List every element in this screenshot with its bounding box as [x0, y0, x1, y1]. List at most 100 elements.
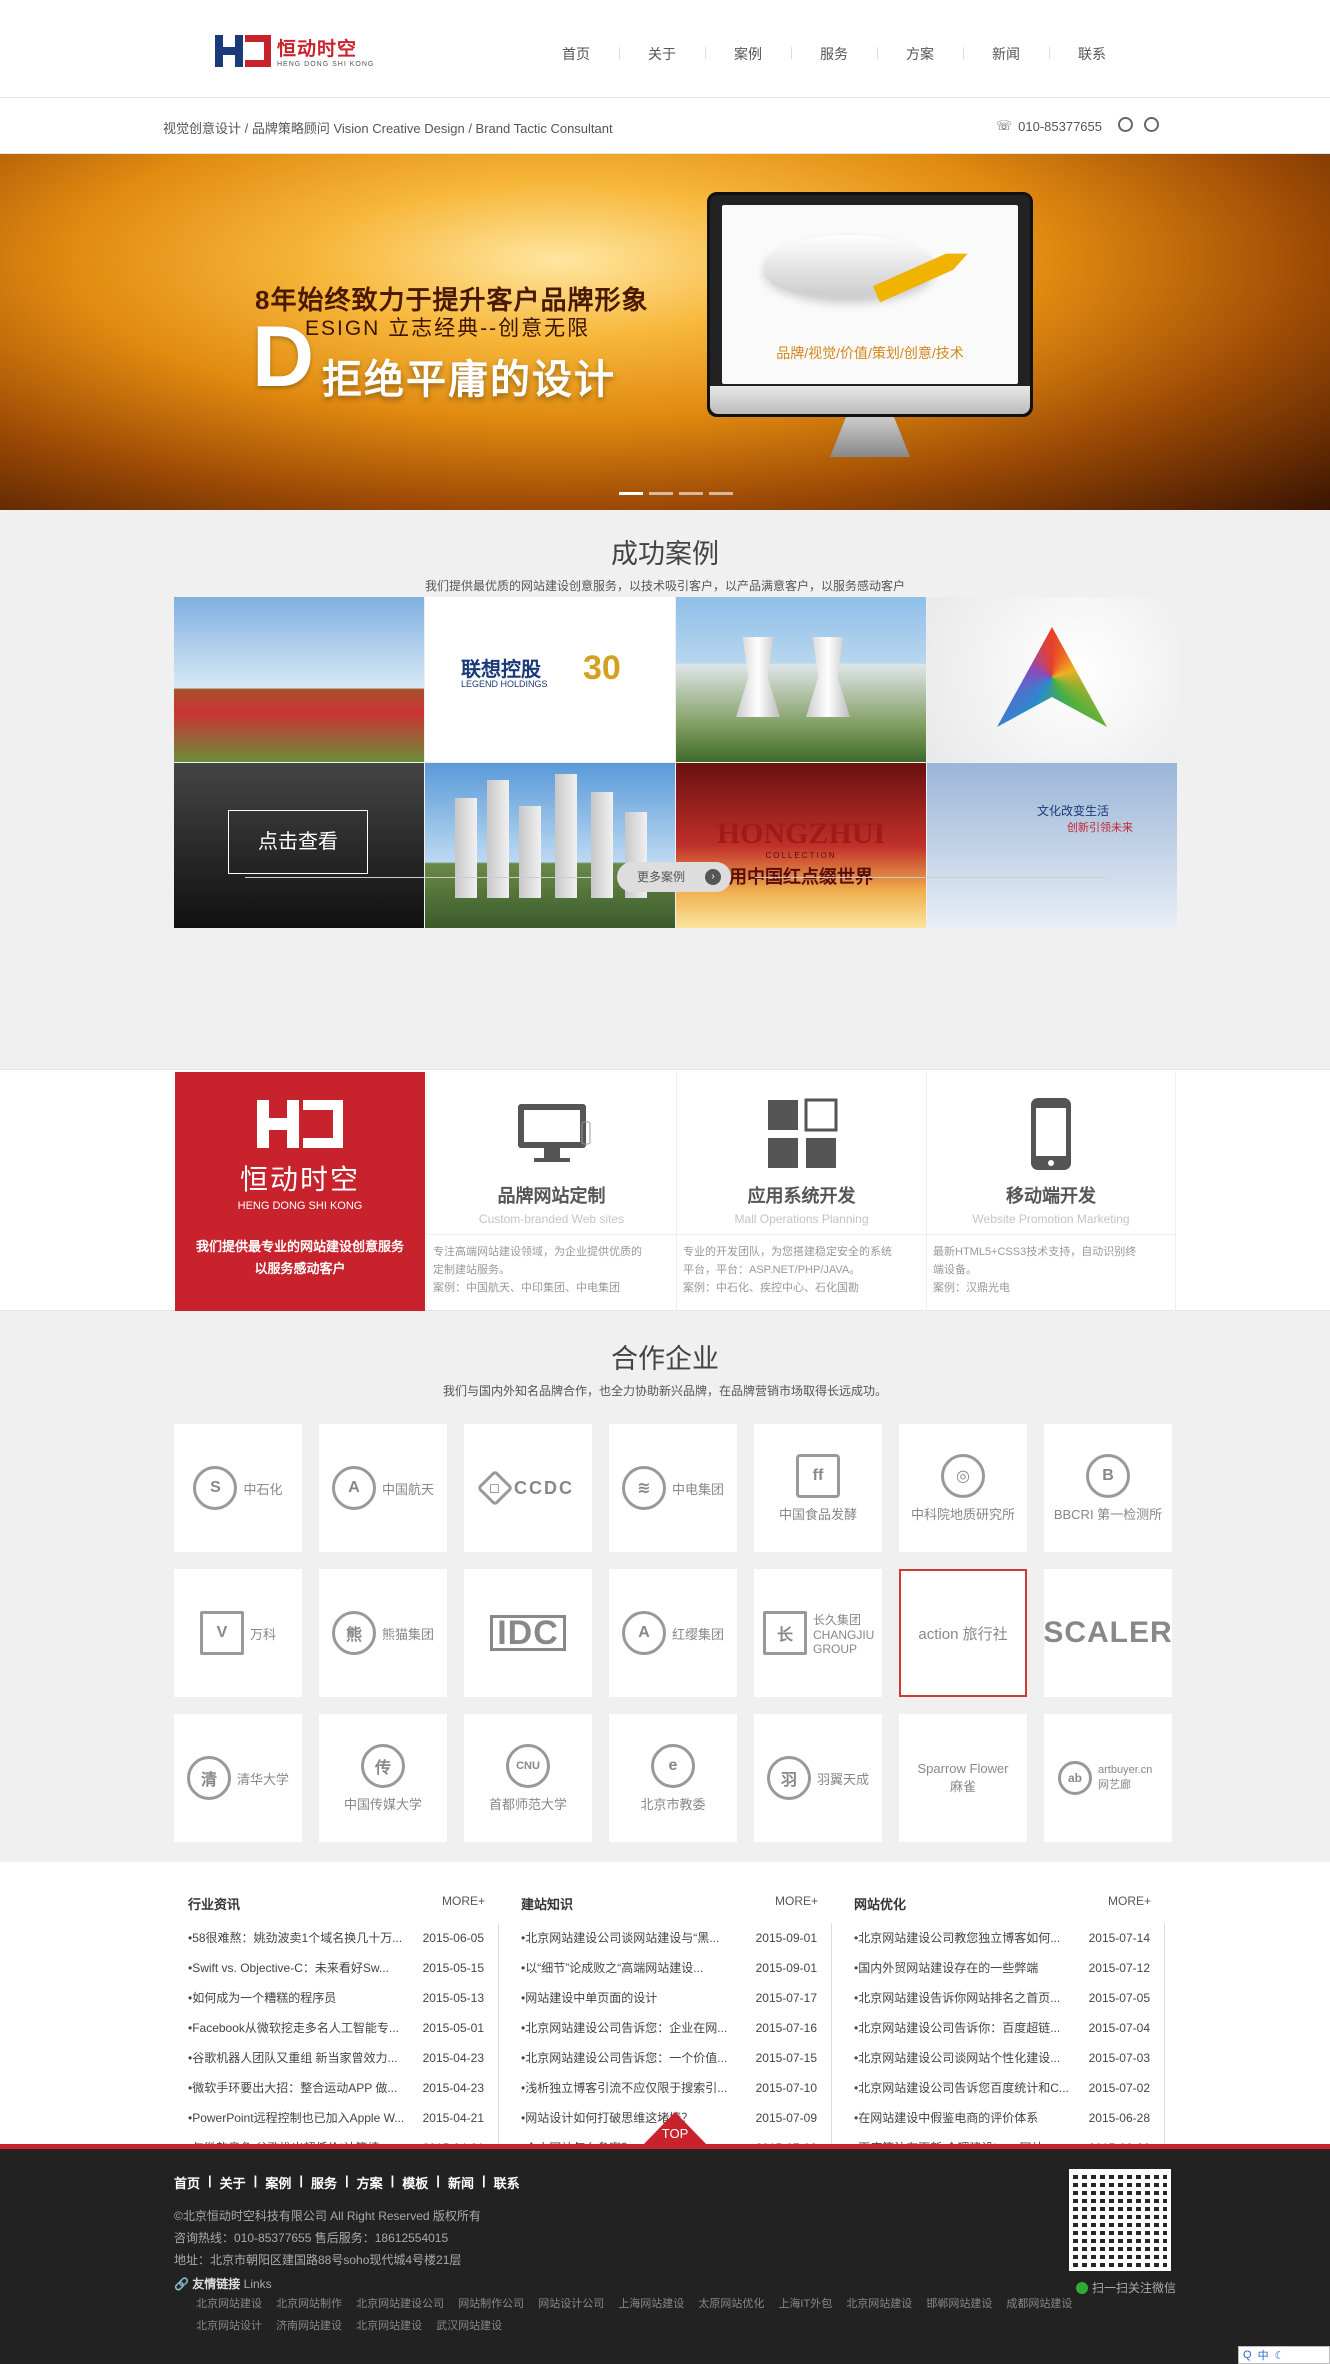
friend-link[interactable]: 北京网站建设 [356, 2320, 422, 2332]
view-button[interactable]: 点击查看 [228, 810, 368, 874]
nav-news[interactable]: 新闻 [963, 44, 1049, 64]
more-link[interactable]: MORE+ [442, 1894, 485, 1913]
news-item[interactable]: •北京网站建设公司教您独立博客如何... 2015-07-14 [840, 1923, 1164, 1953]
partner-logo[interactable]: 长长久集团 CHANGJIU GROUP [754, 1569, 882, 1697]
partner-logo[interactable]: 熊熊猫集团 [319, 1569, 447, 1697]
news-item[interactable]: •国内外贸网站建设存在的一些弊端 2015-07-12 [840, 1953, 1164, 1983]
case-buildings[interactable] [425, 763, 675, 928]
partner-logo[interactable]: SCALER [1043, 1569, 1172, 1697]
footer-nav-templates[interactable]: 模板 [394, 2173, 436, 2192]
friend-link[interactable]: 武汉网站建设 [436, 2320, 502, 2332]
more-link[interactable]: MORE+ [775, 1894, 818, 1913]
news-item[interactable]: •北京网站建设公司告诉您：企业在网... 2015-07-16 [507, 2013, 831, 2043]
footer-nav-about[interactable]: 关于 [212, 2173, 254, 2192]
friend-link[interactable]: 网站制作公司 [458, 2298, 524, 2310]
partner-logo[interactable]: 清清华大学 [174, 1714, 302, 1842]
ime-toolbar[interactable]: Q 中 ☾ [1238, 2346, 1330, 2364]
more-link[interactable]: MORE+ [1108, 1894, 1151, 1913]
friend-link[interactable]: 济南网站建设 [276, 2320, 342, 2332]
site-logo[interactable]: 恒动时空 HENG DONG SHI KONG [215, 34, 374, 68]
nav-services[interactable]: 服务 [791, 44, 877, 64]
friend-link[interactable]: 上海网站建设 [618, 2298, 684, 2310]
friend-link[interactable]: 北京网站设计 [196, 2320, 262, 2332]
news-item[interactable]: •58很难熬：姚劲波卖1个域名换几十万... 2015-06-05 [174, 1923, 498, 1953]
footer-nav-services[interactable]: 服务 [303, 2173, 345, 2192]
footer-nav-solutions[interactable]: 方案 [349, 2173, 391, 2192]
partner-logo[interactable]: CNU 首都师范大学 [464, 1714, 592, 1842]
carousel-dot[interactable] [679, 492, 703, 495]
partner-logo[interactable]: ff 中国食品发酵 [754, 1424, 882, 1552]
friend-link[interactable]: 太原网站优化 [698, 2298, 764, 2310]
partner-logo[interactable]: ≋ 中电集团 [609, 1424, 737, 1552]
carousel-dot[interactable] [709, 492, 733, 495]
news-item[interactable]: •浅析独立博客引流不应仅限于搜索引... 2015-07-10 [507, 2073, 831, 2103]
partner-logo[interactable]: e 北京市教委 [609, 1714, 737, 1842]
nav-cases[interactable]: 案例 [705, 44, 791, 64]
news-item[interactable]: •北京网站建设公司告诉你：百度超链... 2015-07-04 [840, 2013, 1164, 2043]
news-item[interactable]: •以“细节”论成败之“高端网站建设... 2015-09-01 [507, 1953, 831, 1983]
news-item[interactable]: •北京网站建设告诉你网站排名之首页... 2015-07-05 [840, 1983, 1164, 2013]
case-culture[interactable]: 文化改变生活 创新引领未来 [927, 763, 1177, 928]
links-title-en: Links [243, 2277, 272, 2291]
footer-nav-home[interactable]: 首页 [174, 2173, 208, 2192]
news-item[interactable]: •在网站建设中假鉴电商的评价体系 2015-06-28 [840, 2103, 1164, 2133]
case-lenovo[interactable]: 联想控股 LEGEND HOLDINGS 30 [425, 597, 675, 762]
partner-logo[interactable]: A 红缨集团 [609, 1569, 737, 1697]
footer-nav-news[interactable]: 新闻 [440, 2173, 482, 2192]
weibo-icon[interactable] [1118, 117, 1133, 132]
nav-about[interactable]: 关于 [619, 44, 705, 64]
partner-logo[interactable]: 传中国传媒大学 [319, 1714, 447, 1842]
news-item[interactable]: •北京网站建设公司告诉您百度统计和C... 2015-07-02 [840, 2073, 1164, 2103]
partner-logo[interactable]: 羽羽翼天成 [754, 1714, 882, 1842]
partner-logo[interactable]: S 中石化 [174, 1424, 302, 1552]
case-oil-pumps[interactable] [174, 597, 424, 762]
news-item[interactable]: •微软手环要出大招：整合运动APP 做... 2015-04-23 [174, 2073, 498, 2103]
partner-logo-active[interactable]: action 旅行社 [899, 1569, 1027, 1697]
more-cases-button[interactable]: 更多案例 › [617, 862, 731, 892]
friend-link[interactable]: 北京网站制作 [276, 2298, 342, 2310]
partner-logo[interactable]: B BBCRI 第一检测所 [1044, 1424, 1172, 1552]
friend-link[interactable]: 上海IT外包 [778, 2298, 832, 2310]
service-web-en: Custom-branded Web sites [478, 1212, 625, 1226]
footer-nav-cases[interactable]: 案例 [257, 2173, 299, 2192]
partner-logo[interactable]: ◇ CCDC [464, 1424, 592, 1552]
news-col-title: 行业资讯 [188, 1897, 241, 1912]
news-item[interactable]: •PowerPoint远程控制也已加入Apple W... 2015-04-21 [174, 2103, 498, 2133]
partner-logo[interactable]: ab artbuyer.cn 网艺廊 [1044, 1714, 1172, 1842]
friend-link[interactable]: 北京网站建设 [846, 2298, 912, 2310]
partner-logo[interactable]: ◎ 中科院地质研究所 [899, 1424, 1027, 1552]
case-hongzhui[interactable]: HONGZHUI COLLECTION 用中国红点缀世界 [676, 763, 926, 928]
friend-link[interactable]: 邯郸网站建设 [926, 2298, 992, 2310]
news-item[interactable]: •谷歌机器人团队又重组 新当家曾效力... 2015-04-23 [174, 2043, 498, 2073]
service-mobile[interactable]: 移动端开发 Website Promotion Marketing 最新HTML… [926, 1072, 1176, 1312]
carousel-dot[interactable] [649, 492, 673, 495]
footer-nav-contact[interactable]: 联系 [486, 2173, 528, 2192]
news-item[interactable]: •Facebook从微软挖走多名人工智能专... 2015-05-01 [174, 2013, 498, 2043]
hero-banner[interactable]: 8年始终致力于提升客户品牌形象 D ESIGN 立志经典--创意无限 拒绝平庸的… [0, 154, 1330, 510]
partner-logo[interactable]: Sparrow Flower 麻雀 [899, 1714, 1027, 1842]
case-car[interactable]: 点击查看 [174, 763, 424, 928]
nav-solutions[interactable]: 方案 [877, 44, 963, 64]
news-item[interactable]: •Swift vs. Objective-C：未来看好Sw... 2015-05-… [174, 1953, 498, 1983]
news-item[interactable]: •网站建设中单页面的设计 2015-07-17 [507, 1983, 831, 2013]
partner-logo[interactable]: A 中国航天 [319, 1424, 447, 1552]
news-item[interactable]: •如何成为一个糟糕的程序员 2015-05-13 [174, 1983, 498, 2013]
news-item[interactable]: •北京网站建设公司谈网站个性化建设... 2015-07-03 [840, 2043, 1164, 2073]
carousel-dot[interactable] [619, 492, 643, 495]
news-item[interactable]: •北京网站建设公司谈网站建设与“黑... 2015-09-01 [507, 1923, 831, 1953]
friend-link[interactable]: 北京网站建设 [196, 2298, 262, 2310]
friend-link[interactable]: 北京网站建设公司 [356, 2298, 444, 2310]
news-item[interactable]: •北京网站建设公司告诉您：一个价值... 2015-07-15 [507, 2043, 831, 2073]
service-app[interactable]: 应用系统开发 Mall Operations Planning 专业的开发团队，… [676, 1072, 926, 1312]
service-web[interactable]: 品牌网站定制 Custom-branded Web sites 专注高端网站建设… [426, 1072, 676, 1312]
friend-link[interactable]: 成都网站建设 [1006, 2298, 1072, 2310]
nav-contact[interactable]: 联系 [1049, 44, 1135, 64]
friend-link[interactable]: 网站设计公司 [538, 2298, 604, 2310]
partner-logo[interactable]: IDC [464, 1569, 592, 1697]
case-colorful-logo[interactable] [927, 597, 1177, 762]
hotline: 咨询热线：010-85377655 售后服务：18612554015 [174, 2231, 449, 2245]
nav-home[interactable]: 首页 [533, 44, 619, 64]
wechat-icon[interactable] [1144, 117, 1159, 132]
case-cooling-towers[interactable] [676, 597, 926, 762]
partner-logo[interactable]: V 万科 [174, 1569, 302, 1697]
